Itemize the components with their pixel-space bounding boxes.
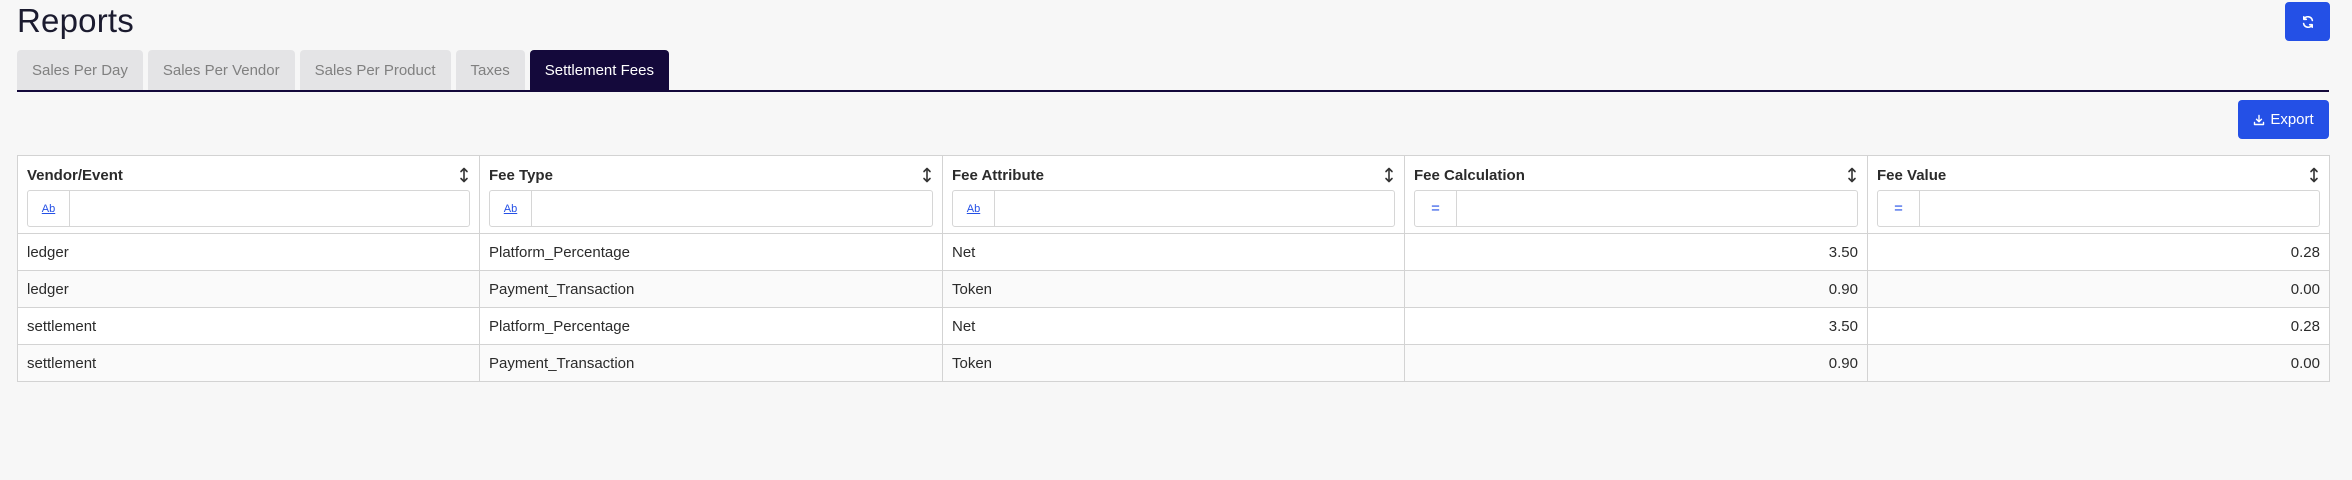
column-header-label[interactable]: Vendor/Event: [27, 167, 123, 184]
filter-operator-button[interactable]: Ab: [953, 191, 995, 226]
download-icon: [2253, 114, 2265, 126]
sort-icon[interactable]: [921, 165, 933, 185]
column-filter: Ab: [489, 190, 933, 227]
page-title: Reports: [17, 2, 134, 39]
settlement-fees-table: Vendor/Event Ab Fee Type Ab Fee Attribut…: [17, 155, 2330, 382]
filter-input[interactable]: [1457, 191, 1857, 226]
cell-fee-calculation: 0.90: [1404, 270, 1868, 308]
cell-fee-attribute: Token: [942, 270, 1405, 308]
export-button[interactable]: Export: [2238, 100, 2329, 139]
column-header-label[interactable]: Fee Calculation: [1414, 167, 1525, 184]
table-row[interactable]: settlement Platform_Percentage Net 3.50 …: [17, 307, 2330, 345]
cell-vendor-event: settlement: [17, 344, 480, 382]
sort-icon[interactable]: [1846, 165, 1858, 185]
column-filter: =: [1414, 190, 1858, 227]
column-filter: Ab: [952, 190, 1395, 227]
filter-operator-button[interactable]: Ab: [490, 191, 532, 226]
filter-operator-button[interactable]: Ab: [28, 191, 70, 226]
cell-vendor-event: settlement: [17, 307, 480, 345]
tab-sales-per-vendor[interactable]: Sales Per Vendor: [147, 50, 295, 90]
column-fee-calculation: Fee Calculation =: [1404, 155, 1868, 234]
cell-fee-value: 0.28: [1867, 233, 2330, 271]
cell-fee-type: Platform_Percentage: [479, 233, 943, 271]
filter-input[interactable]: [1920, 191, 2319, 226]
cell-fee-attribute: Net: [942, 233, 1405, 271]
cell-fee-calculation: 3.50: [1404, 307, 1868, 345]
cell-fee-value: 0.28: [1867, 307, 2330, 345]
tab-taxes[interactable]: Taxes: [455, 50, 525, 90]
table-row[interactable]: ledger Platform_Percentage Net 3.50 0.28: [17, 233, 2330, 271]
table-row[interactable]: settlement Payment_Transaction Token 0.9…: [17, 344, 2330, 382]
table-header-row: Vendor/Event Ab Fee Type Ab Fee Attribut…: [17, 155, 2330, 234]
cell-vendor-event: ledger: [17, 233, 480, 271]
cell-fee-attribute: Token: [942, 344, 1405, 382]
cell-fee-attribute: Net: [942, 307, 1405, 345]
tab-sales-per-day[interactable]: Sales Per Day: [17, 50, 143, 90]
column-fee-value: Fee Value =: [1867, 155, 2330, 234]
refresh-button[interactable]: [2285, 2, 2330, 41]
column-header-label[interactable]: Fee Value: [1877, 167, 1946, 184]
filter-input[interactable]: [70, 191, 469, 226]
cell-fee-calculation: 0.90: [1404, 344, 1868, 382]
column-fee-type: Fee Type Ab: [479, 155, 943, 234]
refresh-icon: [2301, 15, 2315, 29]
column-filter: =: [1877, 190, 2320, 227]
cell-fee-type: Platform_Percentage: [479, 307, 943, 345]
filter-input[interactable]: [532, 191, 932, 226]
cell-fee-value: 0.00: [1867, 270, 2330, 308]
sort-icon[interactable]: [2308, 165, 2320, 185]
sort-icon[interactable]: [1383, 165, 1395, 185]
tab-sales-per-product[interactable]: Sales Per Product: [299, 50, 451, 90]
tab-underline: [17, 90, 2329, 92]
cell-fee-type: Payment_Transaction: [479, 270, 943, 308]
cell-vendor-event: ledger: [17, 270, 480, 308]
column-vendor-event: Vendor/Event Ab: [17, 155, 480, 234]
cell-fee-value: 0.00: [1867, 344, 2330, 382]
column-fee-attribute: Fee Attribute Ab: [942, 155, 1405, 234]
column-header-label[interactable]: Fee Attribute: [952, 167, 1044, 184]
filter-operator-button[interactable]: =: [1878, 191, 1920, 226]
cell-fee-type: Payment_Transaction: [479, 344, 943, 382]
sort-icon[interactable]: [458, 165, 470, 185]
filter-operator-button[interactable]: =: [1415, 191, 1457, 226]
filter-input[interactable]: [995, 191, 1394, 226]
cell-fee-calculation: 3.50: [1404, 233, 1868, 271]
export-label: Export: [2270, 111, 2314, 128]
table-row[interactable]: ledger Payment_Transaction Token 0.90 0.…: [17, 270, 2330, 308]
column-filter: Ab: [27, 190, 470, 227]
tab-settlement-fees[interactable]: Settlement Fees: [529, 50, 669, 90]
column-header-label[interactable]: Fee Type: [489, 167, 553, 184]
report-tabs: Sales Per Day Sales Per Vendor Sales Per…: [17, 50, 669, 90]
